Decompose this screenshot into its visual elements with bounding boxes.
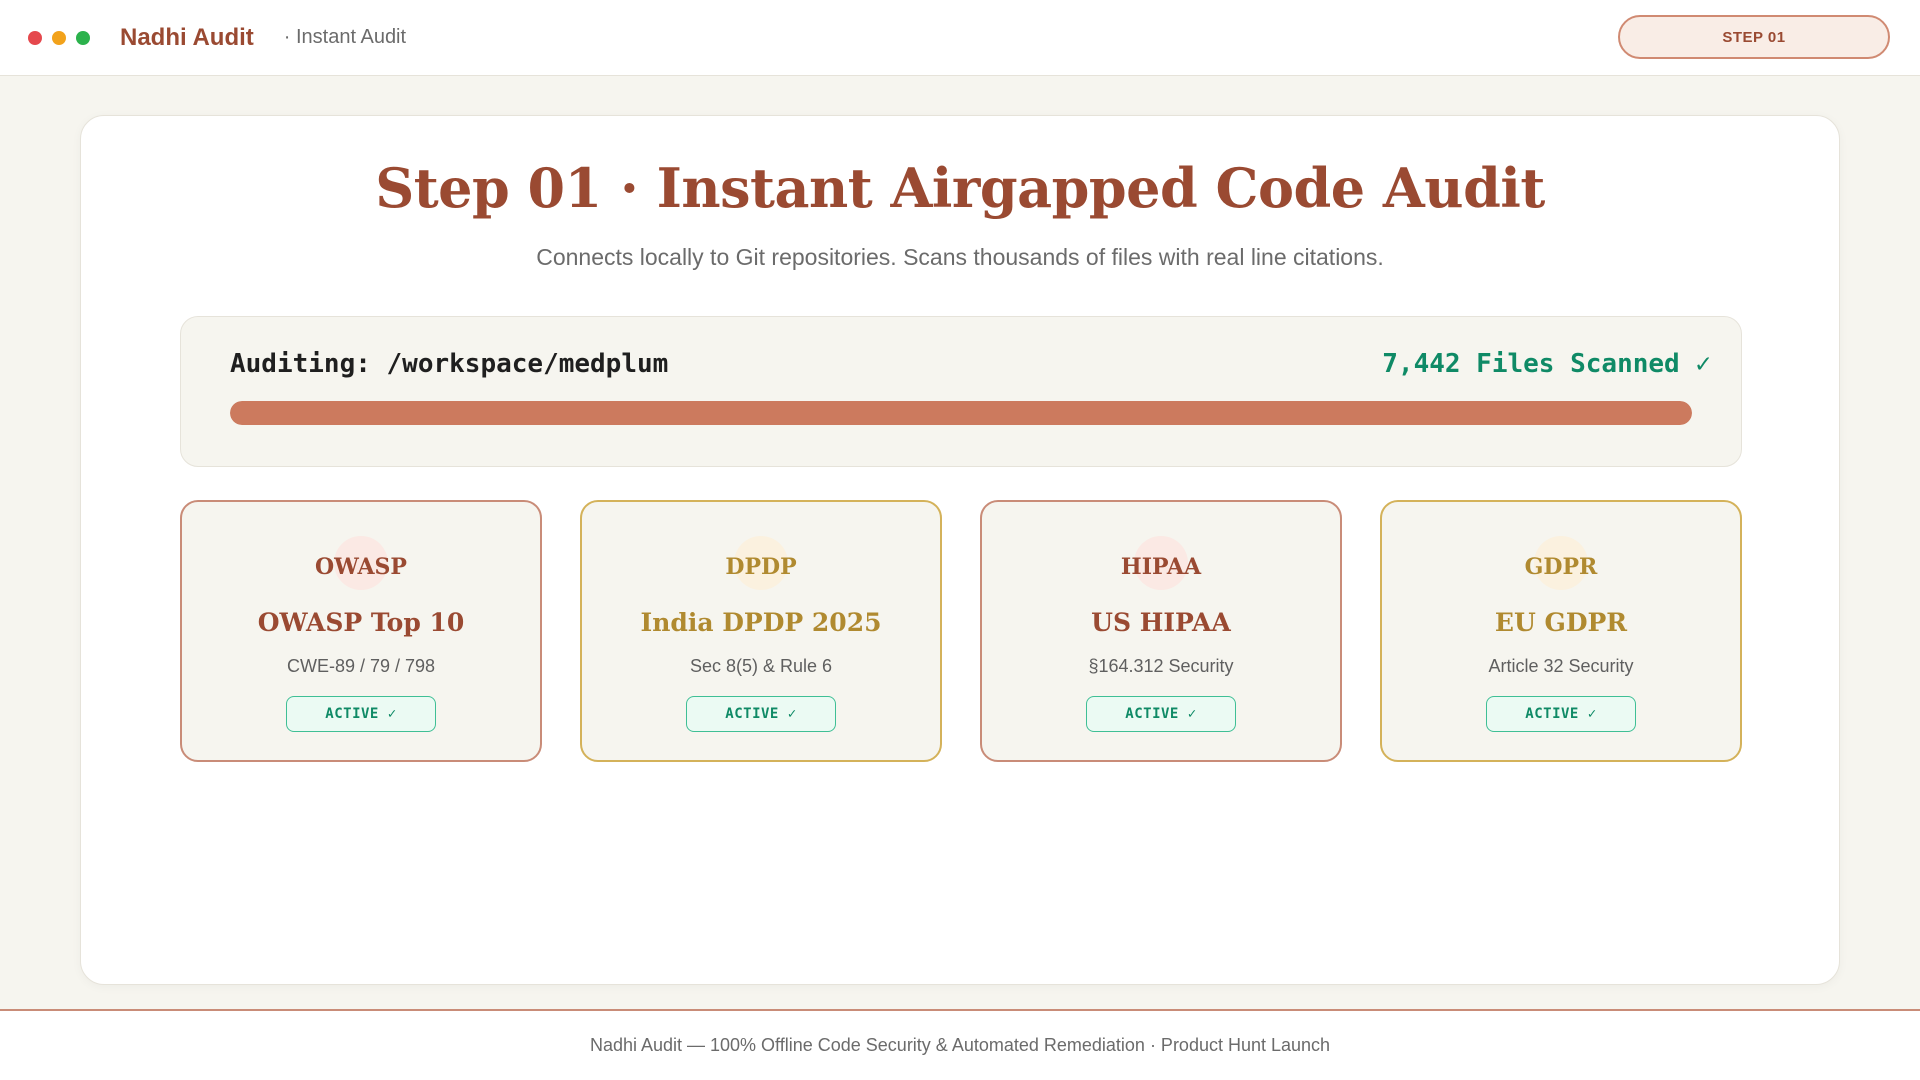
framework-code: GDPR [1524,554,1598,580]
page-subtitle: Connects locally to Git repositories. Sc… [536,244,1384,270]
framework-reference: Article 32 Security [1488,656,1634,676]
page-title: Step 01 · Instant Airgapped Code Audit [375,156,1545,220]
audit-path-label: Auditing: /workspace/medplum [230,349,669,379]
top-bar: Nadhi Audit · Instant Audit STEP 01 [0,0,1920,76]
framework-card-dpdp[interactable]: DPDP India DPDP 2025 Sec 8(5) & Rule 6 A… [580,500,942,762]
framework-code: HIPAA [1120,554,1202,580]
zoom-icon[interactable] [76,30,90,45]
footer-text: Nadhi Audit — 100% Offline Code Security… [589,1035,1331,1055]
main-card: Step 01 · Instant Airgapped Code Audit C… [80,115,1840,985]
minimize-icon[interactable] [52,30,66,45]
scan-progress-bar [230,401,1692,425]
framework-card-hipaa[interactable]: HIPAA US HIPAA §164.312 Security ACTIVE … [980,500,1342,762]
framework-code: DPDP [725,554,797,580]
framework-reference: CWE-89 / 79 / 798 [286,656,436,676]
status-badge: ACTIVE ✓ [1086,696,1236,732]
footer: Nadhi Audit — 100% Offline Code Security… [0,1011,1920,1080]
status-badge: ACTIVE ✓ [1486,696,1636,732]
framework-card-gdpr[interactable]: GDPR EU GDPR Article 32 Security ACTIVE … [1380,500,1742,762]
files-scanned-count: 7,442 Files Scanned ✓ [1382,349,1711,379]
close-icon[interactable] [28,30,42,45]
framework-reference: Sec 8(5) & Rule 6 [689,656,833,676]
framework-name: India DPDP 2025 [640,608,882,637]
framework-name: EU GDPR [1494,608,1628,637]
status-badge: ACTIVE ✓ [286,696,436,732]
framework-reference: §164.312 Security [1088,656,1234,676]
framework-code: OWASP [315,554,407,580]
framework-name: OWASP Top 10 [257,608,465,637]
scan-progress-fill [230,401,1692,425]
breadcrumb: · Instant Audit [283,26,407,48]
audit-status-panel: Auditing: /workspace/medplum 7,442 Files… [180,316,1742,467]
window-controls [28,30,90,45]
status-badge: ACTIVE ✓ [686,696,836,732]
framework-name: US HIPAA [1091,608,1231,637]
step-badge: STEP 01 [1618,15,1890,59]
app-title: Nadhi Audit [120,23,254,51]
framework-card-owasp[interactable]: OWASP OWASP Top 10 CWE-89 / 79 / 798 ACT… [180,500,542,762]
